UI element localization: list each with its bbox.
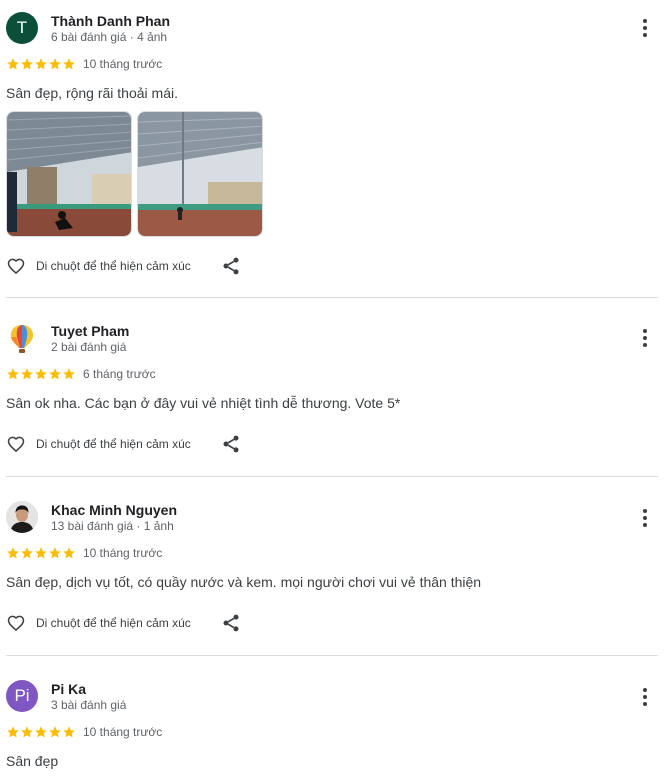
star-icon	[49, 368, 61, 380]
star-icon	[35, 58, 47, 70]
reviewer-name[interactable]: Tuyet Pham	[51, 323, 129, 339]
star-rating	[6, 57, 76, 71]
star-icon	[63, 726, 75, 738]
star-icon	[35, 368, 47, 380]
star-icon	[63, 368, 75, 380]
star-rating	[6, 725, 76, 739]
star-rating	[6, 367, 76, 381]
court-photo-icon	[138, 112, 262, 236]
star-icon	[7, 547, 19, 559]
more-options-button[interactable]	[636, 17, 654, 39]
avatar[interactable]	[6, 501, 38, 533]
star-rating	[6, 546, 76, 560]
star-icon	[21, 726, 33, 738]
star-icon	[35, 547, 47, 559]
more-vert-icon	[643, 509, 647, 513]
star-icon	[63, 547, 75, 559]
more-options-button[interactable]	[636, 686, 654, 708]
star-icon	[21, 368, 33, 380]
reviewer-name[interactable]: Pi Ka	[51, 681, 86, 697]
divider	[6, 476, 658, 477]
star-icon	[49, 547, 61, 559]
review-text: Sân đẹp, rộng rãi thoải mái.	[6, 85, 178, 101]
star-icon	[49, 58, 61, 70]
more-vert-icon	[643, 329, 647, 333]
heart-outline-icon[interactable]	[6, 613, 26, 633]
divider	[6, 297, 658, 298]
share-icon[interactable]	[221, 256, 241, 276]
review-time: 10 tháng trước	[83, 57, 163, 71]
star-icon	[21, 58, 33, 70]
star-icon	[7, 368, 19, 380]
star-icon	[35, 726, 47, 738]
star-icon	[49, 726, 61, 738]
avatar[interactable]: T	[6, 12, 38, 44]
review-photo[interactable]	[137, 111, 263, 237]
share-icon[interactable]	[221, 434, 241, 454]
react-hint: Di chuột để thể hiện cảm xúc	[36, 437, 191, 451]
reviewer-meta: 13 bài đánh giá · 1 ảnh	[51, 519, 174, 533]
avatar-initial: Pi	[14, 686, 30, 705]
reviewer-meta: 3 bài đánh giá	[51, 698, 127, 712]
court-photo-icon	[7, 112, 131, 236]
review-text: Sân đẹp, dịch vụ tốt, có quầy nước và ke…	[6, 574, 482, 590]
reviewer-name[interactable]: Thành Danh Phan	[51, 13, 170, 29]
hot-air-balloon-avatar-icon	[10, 325, 34, 353]
more-options-button[interactable]	[636, 507, 654, 529]
reviewer-meta: 2 bài đánh giá	[51, 340, 127, 354]
more-vert-icon	[643, 19, 647, 23]
review-photo[interactable]	[6, 111, 132, 237]
share-icon[interactable]	[221, 613, 241, 633]
star-icon	[21, 547, 33, 559]
star-icon	[7, 58, 19, 70]
react-hint: Di chuột để thể hiện cảm xúc	[36, 616, 191, 630]
more-vert-icon	[643, 688, 647, 692]
react-hint: Di chuột để thể hiện cảm xúc	[36, 259, 191, 273]
review-time: 6 tháng trước	[83, 367, 156, 381]
star-icon	[7, 726, 19, 738]
divider	[6, 655, 658, 656]
person-photo-avatar-icon	[6, 501, 38, 533]
review-text: Sân ok nha. Các bạn ở đây vui vẻ nhiệt t…	[6, 395, 401, 411]
avatar[interactable]	[6, 322, 38, 354]
star-icon	[63, 58, 75, 70]
review-time: 10 tháng trước	[83, 725, 163, 739]
avatar[interactable]: Pi	[6, 680, 38, 712]
reviewer-name[interactable]: Khac Minh Nguyen	[51, 502, 177, 518]
avatar-initial: T	[16, 18, 28, 37]
review-text: Sân đẹp	[6, 753, 59, 769]
heart-outline-icon[interactable]	[6, 434, 26, 454]
review-time: 10 tháng trước	[83, 546, 163, 560]
heart-outline-icon[interactable]	[6, 256, 26, 276]
reviewer-meta: 6 bài đánh giá · 4 ảnh	[51, 30, 168, 44]
more-options-button[interactable]	[636, 327, 654, 349]
